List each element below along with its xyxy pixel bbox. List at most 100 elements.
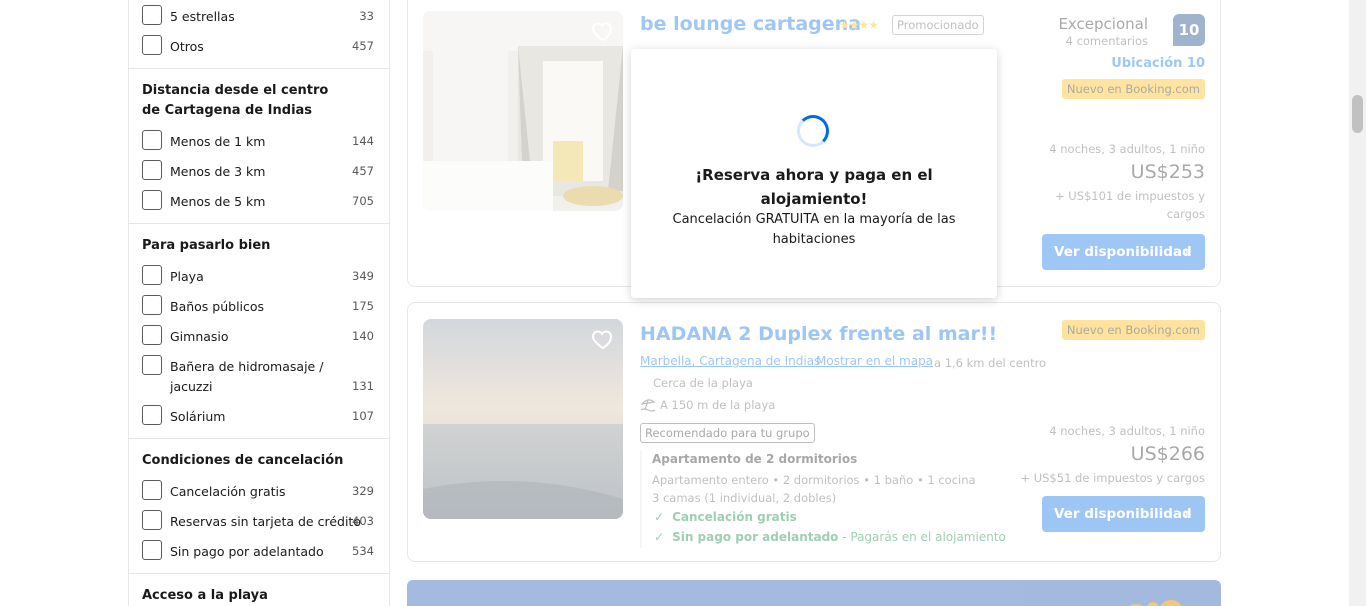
button-label: Ver disponibilidad	[1054, 506, 1192, 522]
filter-label: Baños públicos	[170, 299, 265, 314]
checkbox[interactable]	[142, 325, 162, 345]
free-cancellation-label: Cancelación gratis	[672, 510, 797, 524]
filter-count: 144	[352, 134, 374, 148]
bed-configuration: 3 camas (1 individual, 2 dobles)	[652, 491, 837, 505]
see-availability-button[interactable]: Ver disponibilidad ›	[1042, 496, 1205, 532]
filter-option-others[interactable]: Otros 457	[142, 35, 374, 59]
button-label: Ver disponibilidad	[1054, 244, 1192, 260]
beach-umbrella-icon	[640, 399, 656, 412]
filter-option-no-prepayment[interactable]: Sin pago por adelantado 534	[142, 540, 374, 564]
filter-label: Solárium	[170, 409, 226, 424]
room-details: Apartamento entero • 2 dormitorios • 1 b…	[652, 473, 976, 487]
filter-group-title: Para pasarlo bien	[142, 238, 271, 253]
filter-label: Reservas sin tarjeta de crédito	[170, 514, 361, 529]
checkbox[interactable]	[142, 5, 162, 25]
review-score-badge: 10	[1173, 14, 1205, 46]
see-availability-button[interactable]: Ver disponibilidad ›	[1042, 234, 1205, 270]
property-name-link[interactable]: HADANA 2 Duplex frente al mar!!	[640, 323, 997, 345]
filter-count: 131	[352, 379, 374, 393]
loading-dialog: ¡Reserva ahora y paga en el alojamiento!…	[631, 49, 997, 298]
new-on-booking-badge: Nuevo en Booking.com	[1061, 320, 1205, 340]
filters-sidebar: 5 estrellas 33 Otros 457 Distancia desde…	[128, 0, 390, 606]
filter-option-jacuzzi[interactable]: Bañera de hidromasaje / jacuzzi 131	[142, 355, 374, 399]
filter-count: 457	[352, 164, 374, 178]
scrollbar-thumb[interactable]	[1352, 95, 1363, 133]
property-name-link[interactable]: be lounge cartagena	[640, 13, 861, 35]
price: US$253	[1130, 161, 1205, 183]
property-photo[interactable]	[423, 11, 623, 211]
filter-label: 5 estrellas	[170, 9, 235, 24]
filter-group-stars: 5 estrellas 33 Otros 457	[129, 0, 389, 69]
filter-label: Gimnasio	[170, 329, 229, 344]
property-photo[interactable]	[423, 319, 623, 519]
filter-count: 705	[352, 194, 374, 208]
filter-option-public-baths[interactable]: Baños públicos 175	[142, 295, 374, 319]
checkmark-icon: ✓	[654, 530, 665, 544]
filter-label: Menos de 5 km	[170, 194, 266, 209]
chevron-right-icon: ›	[1183, 506, 1189, 522]
checkbox[interactable]	[142, 540, 162, 560]
promoted-badge: Promocionado	[892, 15, 984, 35]
filter-option-beach[interactable]: Playa 349	[142, 265, 374, 289]
filter-option-distance-5km[interactable]: Menos de 5 km 705	[142, 190, 374, 214]
heart-icon[interactable]	[591, 327, 615, 351]
filter-count: 534	[352, 544, 374, 558]
filter-count: 33	[359, 9, 374, 23]
filter-group-title: Distancia desde el centro de Cartagena d…	[142, 83, 329, 118]
checkmark-icon: ✓	[654, 510, 665, 524]
checkbox[interactable]	[142, 35, 162, 55]
filter-count: 329	[352, 484, 374, 498]
filter-label: Otros	[170, 39, 204, 54]
checkbox[interactable]	[142, 480, 162, 500]
heart-icon[interactable]	[591, 19, 615, 43]
checkbox[interactable]	[142, 295, 162, 315]
star-rating-icon: ★★★★	[839, 18, 879, 32]
checkbox[interactable]	[142, 130, 162, 150]
stay-summary: 4 noches, 3 adultos, 1 niño	[1049, 142, 1205, 156]
checkbox[interactable]	[142, 405, 162, 425]
page-scrollbar[interactable]	[1349, 0, 1366, 606]
no-prepayment-label: Sin pago por adelantado	[672, 530, 839, 544]
filter-option-gym[interactable]: Gimnasio 140	[142, 325, 374, 349]
recommended-badge: Recomendado para tu grupo	[640, 423, 815, 443]
checkbox[interactable]	[142, 190, 162, 210]
price: US$266	[1130, 443, 1205, 465]
filter-option-no-credit-card[interactable]: Reservas sin tarjeta de crédito 403	[142, 510, 374, 534]
decorative-illustration-icon	[1130, 600, 1182, 606]
new-on-booking-badge: Nuevo en Booking.com	[1061, 79, 1205, 99]
filter-group-distance: Distancia desde el centro de Cartagena d…	[129, 69, 389, 224]
filter-label: Cancelación gratis	[170, 484, 286, 499]
filter-label: Sin pago por adelantado	[170, 544, 324, 559]
filter-label: Playa	[170, 269, 204, 284]
filter-count: 349	[352, 269, 374, 283]
filter-option-5-stars[interactable]: 5 estrellas 33	[142, 5, 374, 29]
filter-group-title: Acceso a la playa	[142, 588, 268, 603]
area-link[interactable]: Marbella, Cartagena de Indias	[640, 354, 820, 368]
taxes-line-1: + US$101 de impuestos y	[1054, 189, 1205, 203]
filter-group-beach-access: Acceso a la playa	[129, 574, 389, 606]
filter-option-distance-3km[interactable]: Menos de 3 km 457	[142, 160, 374, 184]
room-title: Apartamento de 2 dormitorios	[652, 452, 858, 466]
filter-label: Menos de 3 km	[170, 164, 266, 179]
no-prepayment-line: ✓ Sin pago por adelantado - Pagarás en el…	[654, 530, 1006, 544]
near-beach-label: Cerca de la playa	[653, 376, 753, 390]
filter-group-fun: Para pasarlo bien Playa 349 Baños públic…	[129, 224, 389, 439]
filter-option-distance-1km[interactable]: Menos de 1 km 144	[142, 130, 374, 154]
review-count[interactable]: 4 comentarios	[1066, 34, 1148, 48]
checkbox[interactable]	[142, 510, 162, 530]
free-cancellation-line: ✓ Cancelación gratis	[654, 510, 797, 524]
distance-from-center: a 1,6 km del centro	[934, 356, 1047, 370]
filter-count: 140	[352, 329, 374, 343]
promo-banner[interactable]	[407, 580, 1221, 606]
property-card: HADANA 2 Duplex frente al mar!! Nuevo en…	[407, 302, 1221, 562]
filter-option-solarium[interactable]: Solárium 107	[142, 405, 374, 429]
beach-distance: A 150 m de la playa	[660, 398, 776, 412]
filter-option-free-cancellation[interactable]: Cancelación gratis 329	[142, 480, 374, 504]
checkbox[interactable]	[142, 160, 162, 180]
checkbox[interactable]	[142, 355, 162, 375]
filter-count: 457	[352, 39, 374, 53]
filter-group-title: Condiciones de cancelación	[142, 453, 344, 468]
filter-label: Bañera de hidromasaje / jacuzzi	[170, 359, 324, 394]
show-on-map-link[interactable]: Mostrar en el mapa	[816, 354, 933, 368]
checkbox[interactable]	[142, 265, 162, 285]
